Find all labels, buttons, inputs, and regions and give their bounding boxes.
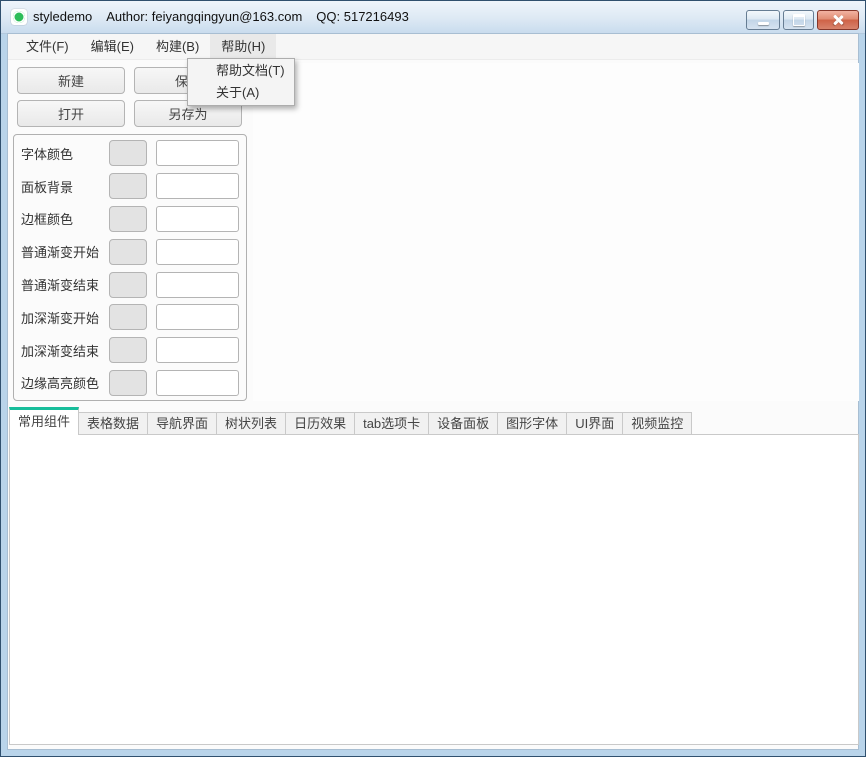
new-button[interactable]: 新建 [17,67,125,94]
title-bar[interactable]: styledemo Author: feiyangqingyun@163.com Q… [1,1,865,34]
maximize-button[interactable] [783,10,814,30]
color-swatch-button[interactable] [109,304,147,330]
window-controls [746,10,859,30]
color-row-label: 边框颜色 [21,209,109,228]
color-row-panel-bg: 面板背景 [14,170,246,203]
color-row-border: 边框颜色 [14,203,246,236]
color-value-input[interactable] [156,140,239,166]
window-title: styledemo Author: feiyangqingyun@163.com Q… [33,1,423,33]
tab-content-pane: 分组框 飞扬青云 单选框1 单选框2 复选框1 复选框2 [9,434,859,745]
color-value-input[interactable] [156,304,239,330]
menu-edit[interactable]: 编辑(E) [80,34,145,59]
menu-bar: 文件(F) 编辑(E) 构建(B) 帮助(H) [8,34,858,60]
tab-nav-ui[interactable]: 导航界面 [147,412,217,435]
color-row-label: 边缘高亮颜色 [21,373,109,392]
app-name: styledemo [33,9,92,24]
preview-area [253,63,859,401]
color-value-input[interactable] [156,337,239,363]
close-button[interactable] [817,10,859,30]
tab-table-data[interactable]: 表格数据 [78,412,148,435]
author-text: Author: feiyangqingyun@163.com [106,9,302,24]
color-value-input[interactable] [156,370,239,396]
tab-common-widgets[interactable]: 常用组件 [9,407,79,435]
tab-video-monitor[interactable]: 视频监控 [622,412,692,435]
tab-ui[interactable]: UI界面 [566,412,623,435]
color-value-input[interactable] [156,173,239,199]
help-dropdown-menu: 帮助文档(T) 关于(A) [187,58,295,106]
open-button[interactable]: 打开 [17,100,125,127]
color-row-deep-grad-end: 加深渐变结束 [14,334,246,367]
color-row-label: 面板背景 [21,177,109,196]
color-swatch-button[interactable] [109,206,147,232]
color-swatch-button[interactable] [109,140,147,166]
minimize-button[interactable] [746,10,780,30]
color-row-normal-grad-end: 普通渐变结束 [14,268,246,301]
color-swatch-button[interactable] [109,370,147,396]
menu-item-help-doc[interactable]: 帮助文档(T) [188,60,294,82]
color-swatch-button[interactable] [109,173,147,199]
close-icon [832,14,844,26]
tab-tree-list[interactable]: 树状列表 [216,412,286,435]
app-window: styledemo Author: feiyangqingyun@163.com Q… [0,0,866,757]
color-swatch-button[interactable] [109,239,147,265]
tab-bar: 常用组件 表格数据 导航界面 树状列表 日历效果 tab选项卡 设备面板 图形字… [9,407,691,435]
color-row-label: 加深渐变结束 [21,341,109,360]
color-row-normal-grad-start: 普通渐变开始 [14,235,246,268]
color-row-font: 字体颜色 [14,137,246,170]
tab-device-panel[interactable]: 设备面板 [428,412,498,435]
qq-text: QQ: 517216493 [316,9,409,24]
color-row-label: 字体颜色 [21,144,109,163]
tab-calendar[interactable]: 日历效果 [285,412,355,435]
color-settings-panel: 字体颜色 面板背景 边框颜色 普通渐变开始 普通渐变结束 加深渐变开始 [13,134,247,401]
menu-help[interactable]: 帮助(H) [210,34,276,59]
color-value-input[interactable] [156,239,239,265]
color-row-deep-grad-start: 加深渐变开始 [14,301,246,334]
tab-tab-pages[interactable]: tab选项卡 [354,412,429,435]
menu-item-about[interactable]: 关于(A) [188,82,294,104]
color-row-label: 普通渐变开始 [21,242,109,261]
tab-icon-font[interactable]: 图形字体 [497,412,567,435]
app-logo-icon [11,9,27,25]
minimize-icon [758,22,769,25]
color-value-input[interactable] [156,206,239,232]
maximize-icon [793,14,805,26]
color-row-label: 普通渐变结束 [21,275,109,294]
menu-file[interactable]: 文件(F) [15,34,80,59]
menu-build[interactable]: 构建(B) [145,34,210,59]
color-value-input[interactable] [156,272,239,298]
color-row-edge-highlight: 边缘高亮颜色 [14,367,246,400]
color-row-label: 加深渐变开始 [21,308,109,327]
color-swatch-button[interactable] [109,272,147,298]
color-swatch-button[interactable] [109,337,147,363]
